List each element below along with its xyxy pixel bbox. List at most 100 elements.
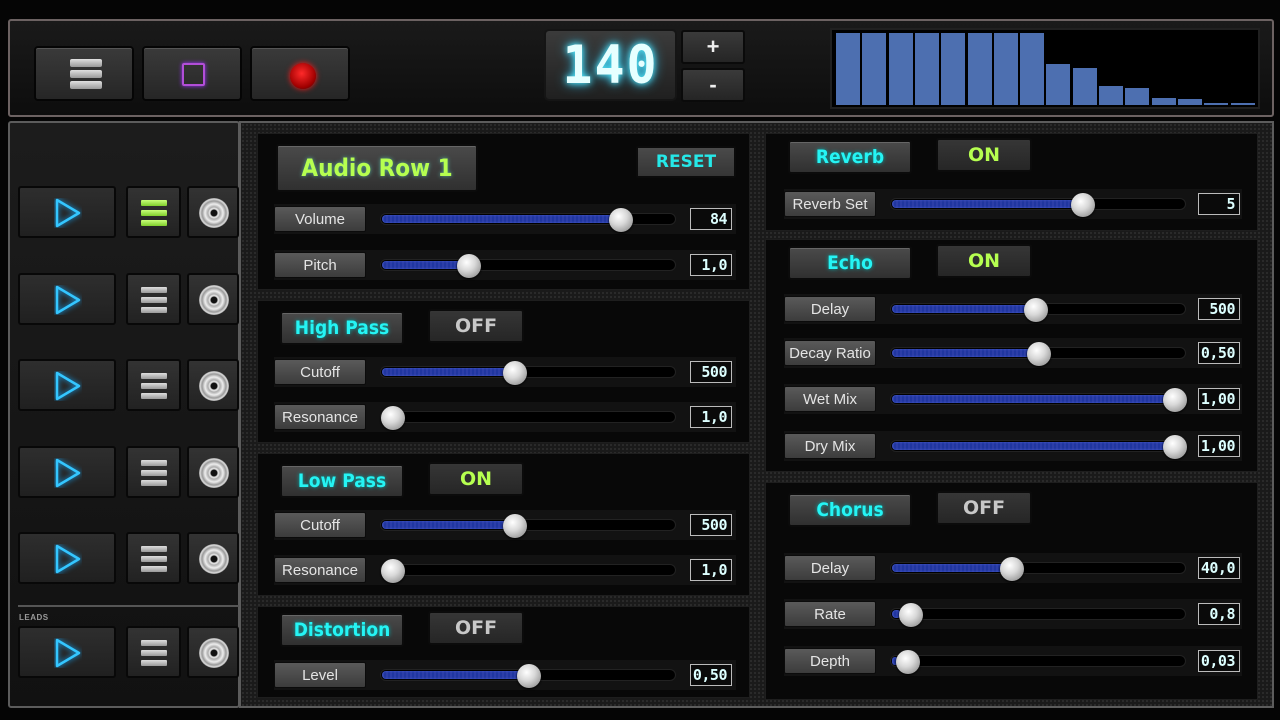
echo-decay-ratio-slider[interactable] — [890, 342, 1186, 366]
row-sample-button[interactable] — [187, 273, 239, 325]
disc-icon — [199, 198, 229, 228]
echo-delay-label[interactable]: Delay — [784, 296, 876, 322]
row-play-button[interactable] — [18, 273, 116, 325]
high-pass-cutoff-label[interactable]: Cutoff — [274, 359, 366, 385]
low-pass-cutoff-row: Cutoff 500 — [274, 510, 736, 540]
slider-knob[interactable] — [1163, 435, 1187, 459]
slider-fill — [892, 395, 1186, 403]
row-pattern-button[interactable] — [126, 273, 181, 325]
bpm-display: 140 — [544, 29, 677, 101]
slider-knob[interactable] — [999, 557, 1024, 581]
play-icon — [55, 458, 81, 488]
echo-decay-ratio-label[interactable]: Decay Ratio — [784, 340, 876, 366]
high-pass-cutoff-row: Cutoff 500 — [274, 357, 736, 387]
distortion-toggle[interactable]: OFF — [428, 611, 524, 645]
reverb-set-row: Reverb Set 5 — [784, 189, 1242, 219]
slider-knob[interactable] — [1024, 298, 1049, 322]
slider-knob[interactable] — [899, 603, 924, 627]
low-pass-cutoff-slider[interactable] — [380, 514, 676, 538]
reverb-card: Reverb ON Reverb Set 5 — [765, 133, 1258, 231]
level-meter — [830, 28, 1260, 109]
row-pattern-button[interactable] — [126, 626, 181, 678]
high-pass-title: High Pass — [280, 311, 404, 345]
chorus-depth-label[interactable]: Depth — [784, 648, 876, 674]
low-pass-resonance-label[interactable]: Resonance — [274, 557, 366, 583]
slider-knob[interactable] — [517, 664, 541, 688]
reset-button[interactable]: RESET — [636, 146, 736, 178]
high-pass-toggle[interactable]: OFF — [428, 309, 524, 343]
echo-wet-mix-slider[interactable] — [890, 388, 1187, 412]
slider-knob[interactable] — [503, 361, 528, 385]
echo-dry-mix-slider[interactable] — [890, 435, 1187, 459]
chorus-depth-slider[interactable] — [890, 650, 1186, 674]
row-sample-button[interactable] — [187, 446, 239, 498]
distortion-level-slider[interactable] — [380, 664, 676, 688]
reverb-toggle[interactable]: ON — [936, 138, 1032, 172]
chorus-delay-label[interactable]: Delay — [784, 555, 876, 581]
reverb-set-slider[interactable] — [890, 193, 1186, 217]
list-icon — [141, 640, 167, 666]
low-pass-resonance-slider[interactable] — [380, 559, 676, 583]
slider-knob[interactable] — [1027, 342, 1051, 366]
effects-panel: Audio Row 1 RESET Volume 84 Pitch 1,0 High… — [239, 121, 1274, 708]
slider-knob[interactable] — [1163, 388, 1187, 412]
high-pass-cutoff-value: 500 — [690, 361, 732, 383]
row-play-button[interactable] — [18, 186, 116, 238]
row-play-button[interactable] — [18, 359, 116, 411]
slider-knob[interactable] — [1070, 193, 1095, 217]
row-sample-button[interactable] — [187, 626, 239, 678]
chorus-toggle[interactable]: OFF — [936, 491, 1032, 525]
slider-knob[interactable] — [609, 208, 634, 232]
bpm-decrease-button[interactable]: - — [681, 68, 745, 102]
echo-dry-mix-label[interactable]: Dry Mix — [784, 433, 876, 459]
play-icon — [55, 371, 81, 401]
echo-toggle[interactable]: ON — [936, 244, 1032, 278]
disc-icon — [199, 638, 229, 668]
high-pass-card: High Pass OFF Cutoff 500 Resonance 1,0 — [257, 300, 750, 443]
low-pass-toggle[interactable]: ON — [428, 462, 524, 496]
echo-dry-mix-value: 1,00 — [1198, 435, 1240, 457]
record-button[interactable] — [250, 46, 350, 101]
play-icon — [55, 638, 81, 668]
slider-knob[interactable] — [381, 406, 405, 430]
slider-fill — [892, 305, 1037, 313]
stop-button[interactable] — [142, 46, 242, 101]
row-sample-button[interactable] — [187, 186, 239, 238]
volume-slider[interactable] — [380, 208, 676, 232]
chorus-rate-label[interactable]: Rate — [784, 601, 876, 627]
record-dot-icon — [290, 63, 316, 89]
disc-icon — [199, 544, 229, 574]
row-play-button[interactable] — [18, 446, 116, 498]
echo-wet-mix-label[interactable]: Wet Mix — [784, 386, 876, 412]
row-pattern-button[interactable] — [126, 532, 181, 584]
row-sample-button[interactable] — [187, 532, 239, 584]
row-pattern-button[interactable] — [126, 446, 181, 498]
row-pattern-button[interactable] — [126, 186, 181, 238]
volume-label[interactable]: Volume — [274, 206, 366, 232]
slider-knob[interactable] — [896, 650, 921, 674]
row-play-button[interactable] — [18, 532, 116, 584]
slider-fill — [382, 215, 629, 223]
low-pass-cutoff-label[interactable]: Cutoff — [274, 512, 366, 538]
menu-button[interactable] — [34, 46, 134, 101]
high-pass-resonance-label[interactable]: Resonance — [274, 404, 366, 430]
pitch-label[interactable]: Pitch — [274, 252, 366, 278]
slider-knob[interactable] — [457, 254, 482, 278]
echo-decay-ratio-value: 0,50 — [1198, 342, 1240, 364]
chorus-delay-slider[interactable] — [890, 557, 1186, 581]
distortion-level-label[interactable]: Level — [274, 662, 366, 688]
reverb-set-label[interactable]: Reverb Set — [784, 191, 876, 217]
echo-delay-slider[interactable] — [890, 298, 1186, 322]
slider-knob[interactable] — [503, 514, 528, 538]
row-play-button[interactable] — [18, 626, 116, 678]
row-pattern-button[interactable] — [126, 359, 181, 411]
bpm-increase-button[interactable]: + — [681, 30, 745, 64]
level-bar — [862, 33, 887, 105]
slider-knob[interactable] — [381, 559, 405, 583]
row-sample-button[interactable] — [187, 359, 239, 411]
divider — [18, 605, 240, 607]
high-pass-resonance-slider[interactable] — [380, 406, 676, 430]
pitch-slider[interactable] — [380, 254, 676, 278]
chorus-rate-slider[interactable] — [890, 603, 1186, 627]
high-pass-cutoff-slider[interactable] — [380, 361, 676, 385]
